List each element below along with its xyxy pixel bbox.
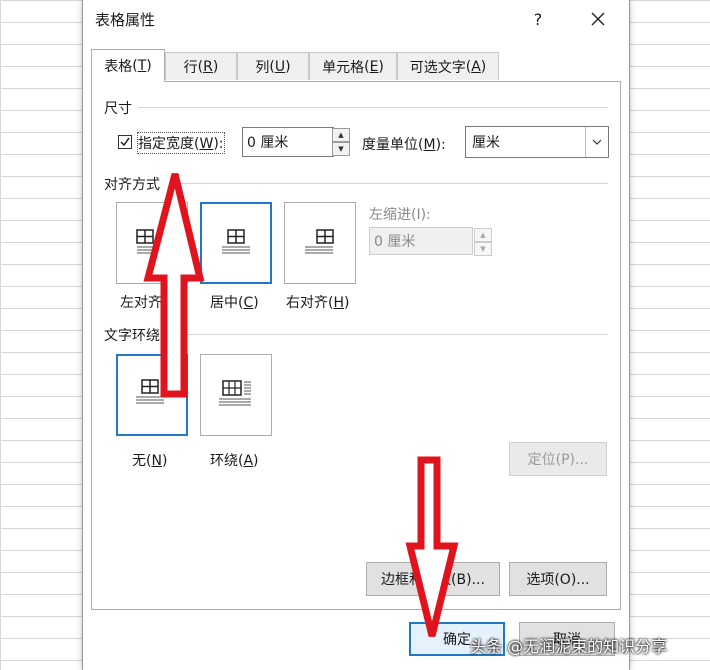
align-right-label: 右对齐(H) bbox=[286, 295, 350, 311]
label-accelerator: C bbox=[243, 295, 254, 311]
tab-label: 行 bbox=[183, 59, 198, 76]
tab-accelerator: A bbox=[471, 58, 481, 75]
help-icon: ? bbox=[533, 9, 543, 29]
label-text: 指定宽度 bbox=[138, 136, 194, 152]
align-left-icon bbox=[136, 229, 165, 254]
dialog-title: 表格属性 bbox=[95, 11, 156, 29]
close-button[interactable] bbox=[581, 4, 615, 34]
align-right-icon bbox=[305, 229, 334, 254]
tab-strip: 表格(T) 行(R) 列(U) 单元格(E) 可选文字(A) bbox=[91, 49, 621, 82]
align-center-label: 居中(C) bbox=[210, 295, 259, 311]
spin-up-button[interactable]: ▲ bbox=[474, 228, 492, 242]
indent-spinner[interactable]: ▲ ▼ bbox=[474, 228, 492, 256]
wrap-none-label: 无(N) bbox=[132, 453, 168, 469]
options-button[interactable]: 选项(O)... bbox=[509, 562, 607, 596]
tab-row[interactable]: 行(R) bbox=[165, 52, 237, 80]
tab-accelerator: E bbox=[369, 58, 379, 75]
indent-label: 左缩进(I): bbox=[369, 207, 431, 223]
section-divider bbox=[138, 107, 608, 108]
indent-input[interactable]: 0 厘米 bbox=[369, 227, 473, 255]
section-divider bbox=[170, 334, 608, 335]
indent-value: 0 厘米 bbox=[374, 234, 416, 250]
tab-column[interactable]: 列(U) bbox=[237, 52, 309, 80]
tab-accelerator: U bbox=[274, 58, 286, 75]
tab-alt-text[interactable]: 可选文字(A) bbox=[397, 52, 499, 80]
section-divider bbox=[170, 183, 608, 184]
checkmark-icon bbox=[120, 137, 130, 147]
down-arrow-icon: ▼ bbox=[480, 245, 486, 253]
wrap-around-icon bbox=[219, 380, 251, 406]
specify-width-checkbox[interactable] bbox=[118, 135, 132, 149]
label-accelerator: A bbox=[243, 453, 254, 469]
wrap-around-label: 环绕(A) bbox=[210, 453, 259, 469]
tab-label: 单元格 bbox=[322, 59, 365, 76]
width-value: 0 厘米 bbox=[247, 135, 289, 151]
chevron-down-icon bbox=[585, 127, 608, 157]
tab-label: 可选文字 bbox=[409, 59, 466, 76]
tab-label: 表格 bbox=[104, 59, 133, 75]
borders-shading-button[interactable]: 边框和底纹(B)... bbox=[366, 562, 500, 596]
width-input[interactable]: 0 厘米 bbox=[242, 127, 334, 157]
label-text: 居中 bbox=[210, 295, 238, 311]
unit-select[interactable]: 厘米 bbox=[465, 126, 609, 158]
specify-width-label: 指定宽度(W): bbox=[137, 132, 225, 154]
wrap-none-icon bbox=[136, 379, 164, 404]
align-left-option[interactable] bbox=[116, 202, 188, 284]
up-arrow-icon: ▲ bbox=[480, 231, 486, 239]
spin-up-button[interactable]: ▲ bbox=[332, 128, 350, 142]
align-center-option[interactable] bbox=[200, 202, 272, 284]
label-accelerator: L bbox=[167, 295, 176, 311]
tab-accelerator: T bbox=[137, 58, 147, 74]
spin-down-button[interactable]: ▼ bbox=[332, 142, 350, 156]
tab-accelerator: R bbox=[203, 58, 213, 75]
width-spinner[interactable]: ▲ ▼ bbox=[332, 128, 350, 156]
wrap-none-option[interactable] bbox=[116, 354, 188, 436]
label-text: 右对齐 bbox=[286, 295, 328, 311]
unit-value: 厘米 bbox=[472, 135, 500, 151]
help-button[interactable]: ? bbox=[523, 4, 553, 34]
align-center-icon bbox=[222, 229, 250, 254]
watermark-text: 头条 @无润泥束的知识分享 bbox=[470, 637, 668, 656]
positioning-button[interactable]: 定位(P)... bbox=[509, 442, 607, 476]
tab-label: 列 bbox=[255, 59, 270, 76]
up-arrow-icon: ▲ bbox=[338, 131, 344, 139]
spin-down-button[interactable]: ▼ bbox=[474, 242, 492, 256]
unit-label: 度量单位(M): bbox=[362, 137, 446, 153]
align-right-option[interactable] bbox=[284, 202, 356, 284]
label-accelerator: W bbox=[199, 136, 214, 152]
label-accelerator: H bbox=[333, 295, 344, 311]
tab-table[interactable]: 表格(T) bbox=[91, 49, 165, 82]
down-arrow-icon: ▼ bbox=[338, 145, 344, 153]
label-text: 左对齐 bbox=[120, 295, 162, 311]
align-left-label: 左对齐(L) bbox=[120, 295, 181, 311]
label-text: 无 bbox=[132, 453, 146, 469]
tab-cell[interactable]: 单元格(E) bbox=[309, 52, 397, 80]
close-icon bbox=[591, 12, 605, 26]
wrap-around-option[interactable] bbox=[200, 354, 272, 436]
wrapping-section-title: 文字环绕 bbox=[104, 325, 164, 345]
label-accelerator: M bbox=[423, 137, 436, 153]
size-section-title: 尺寸 bbox=[104, 98, 136, 118]
title-bar: 表格属性 ? bbox=[83, 0, 629, 38]
label-text: 环绕 bbox=[210, 453, 238, 469]
table-properties-dialog: 表格属性 ? 表格(T) 行(R) 列(U) 单元格(E) 可选文字(A) 尺寸 bbox=[82, 0, 630, 670]
alignment-section-title: 对齐方式 bbox=[104, 174, 164, 194]
label-text: 度量单位 bbox=[362, 137, 418, 153]
label-accelerator: N bbox=[151, 453, 162, 469]
table-tab-panel: 尺寸 指定宽度(W): 0 厘米 ▲ ▼ 度量单位(M): 厘米 对齐方式 左对… bbox=[91, 81, 621, 610]
